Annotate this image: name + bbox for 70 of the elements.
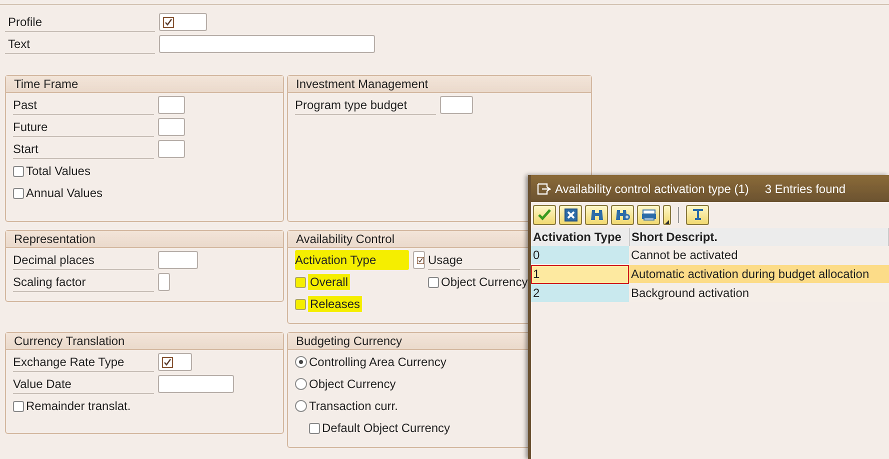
radio-label: Transaction curr. — [309, 399, 398, 413]
field-label: Activation Type — [295, 250, 409, 270]
checkbox-label: Overall — [308, 274, 350, 290]
dropdown-button[interactable] — [663, 205, 671, 225]
field-label: Usage — [428, 250, 520, 270]
checkbox[interactable] — [295, 298, 306, 310]
checkbox-label: Annual Values — [26, 186, 102, 200]
caret-icon — [665, 220, 669, 224]
table-cell[interactable]: Background activation — [629, 284, 888, 302]
table-cell[interactable]: 0 — [531, 246, 629, 264]
input-field[interactable] — [158, 140, 185, 158]
table-cell[interactable]: Cannot be activated — [629, 246, 888, 264]
dialog-icon — [537, 182, 551, 194]
table-cell[interactable]: Automatic activation during budget allocation — [629, 264, 888, 284]
toolbar-button[interactable] — [585, 205, 608, 225]
cancel-icon — [562, 206, 580, 224]
table-cell[interactable]: 2 — [531, 284, 629, 302]
radio-label: Object Currency — [309, 377, 396, 391]
required-check-icon — [163, 16, 174, 28]
field-label: Text — [5, 34, 155, 54]
toolbar-button[interactable] — [611, 205, 634, 225]
checkbox-label: Object Currency — [441, 275, 528, 289]
checkbox[interactable] — [13, 188, 24, 198]
column-header[interactable]: Short Descript. — [629, 228, 888, 246]
checkbox-label: Total Values — [26, 164, 90, 178]
field-label: Profile — [5, 12, 155, 32]
field-label: Scaling factor — [13, 272, 154, 292]
group-title: Currency Translation — [6, 333, 283, 350]
checkbox[interactable] — [295, 276, 306, 288]
field-label: Past — [13, 95, 154, 115]
input-field[interactable] — [158, 273, 170, 291]
required-check-icon — [417, 254, 424, 266]
required-check-icon — [162, 356, 173, 368]
input-field[interactable] — [158, 118, 185, 136]
field-label: Decimal places — [13, 250, 154, 270]
checkbox-label: Default Object Currency — [322, 421, 450, 435]
input-field[interactable] — [159, 35, 375, 53]
entries-count: 3 Entries found — [764, 182, 846, 196]
group-title: Representation — [6, 231, 283, 248]
input-field[interactable] — [413, 251, 425, 269]
radio-button[interactable] — [295, 400, 307, 412]
input-field[interactable] — [159, 13, 207, 31]
input-field[interactable] — [158, 375, 234, 393]
field-label: Future — [13, 117, 154, 137]
checkbox-label: Releases — [308, 296, 362, 312]
column-header[interactable]: Activation Type — [531, 228, 629, 246]
radio-button[interactable] — [295, 356, 307, 368]
radio-label: Controlling Area Currency — [309, 355, 446, 369]
input-field[interactable] — [158, 251, 198, 269]
field-label: Exchange Rate Type — [13, 352, 154, 372]
toolbar-button[interactable] — [533, 205, 556, 225]
field-label: Value Date — [13, 374, 154, 394]
input-field[interactable] — [158, 96, 185, 114]
dialog-title: Availability control activation type (1) — [555, 182, 749, 196]
checkbox[interactable] — [309, 422, 320, 434]
group-title: Investment Management — [288, 76, 591, 93]
checkbox[interactable] — [13, 400, 24, 412]
radio-button[interactable] — [295, 378, 307, 390]
checkbox-label: Remainder translat. — [26, 399, 131, 413]
input-field[interactable] — [440, 96, 473, 114]
toolbar-button[interactable] — [559, 205, 582, 225]
toolbar-button[interactable] — [686, 205, 709, 225]
checkbox[interactable] — [13, 166, 24, 176]
field-label: Program type budget — [295, 95, 436, 115]
toolbar-button[interactable] — [637, 205, 660, 225]
group-title: Time Frame — [6, 76, 283, 93]
field-label: Start — [13, 139, 154, 159]
input-field[interactable] — [158, 353, 192, 371]
checkbox[interactable] — [428, 276, 439, 288]
table-cell[interactable]: 1 — [531, 264, 629, 284]
